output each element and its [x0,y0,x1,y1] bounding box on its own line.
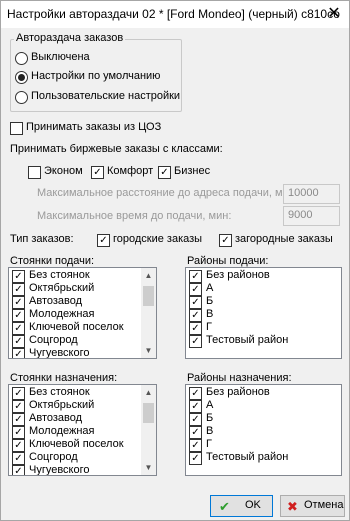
suburban-orders-checkbox[interactable]: ✓ [219,234,232,247]
title-bar: Настройки автораздачи 02 * [Ford Mondeo]… [1,1,349,28]
class-economy-checkbox[interactable] [28,166,41,179]
order-type-label: Тип заказов: [10,233,74,245]
radio-disabled-option-label: Выключена [31,51,90,63]
cross-icon: ✖ [287,499,298,514]
radio-default-settings-label: Настройки по умолчанию [31,70,161,82]
checkmark-icon: ✔ [219,499,230,514]
pickup-districts-label: Районы подачи: [187,255,269,267]
class-business-checkbox[interactable]: ✓ [158,166,171,179]
accept-cod-checkbox[interactable] [10,122,23,135]
cancel-button[interactable]: ✖ Отмена [280,495,345,517]
ok-button[interactable]: ✔ OK [210,495,273,517]
close-icon[interactable]: ✕ [323,4,345,24]
settings-dialog: Настройки автораздачи 02 * [Ford Mondeo]… [0,0,350,521]
class-economy-label: Эконом [44,165,83,177]
radio-default-settings[interactable] [15,71,28,84]
dest-stands-label: Стоянки назначения: [10,372,118,384]
max-distance-field[interactable]: 10000 [283,184,340,204]
city-orders-label: городские заказы [113,233,203,245]
pickup-stands-label: Стоянки подачи: [10,255,95,267]
pickup-districts-list[interactable]: ✓ Без районов ✓ А ✓ Б ✓ В ✓ Г ✓ Тестовый район [185,267,342,359]
scroll-up-icon[interactable]: ▲ [141,268,156,283]
city-orders-checkbox[interactable]: ✓ [97,234,110,247]
scroll-down-icon[interactable]: ▼ [141,343,156,358]
pickup-stands-scrollbar[interactable]: ▲ ▼ [141,268,156,358]
max-time-label: Максимальное время до подачи, мин: [37,210,232,222]
dest-stands-scrollbar[interactable]: ▲ ▼ [141,385,156,475]
class-business-label: Бизнес [174,165,211,177]
dest-districts-list[interactable]: ✓ Без районов ✓ А ✓ Б ✓ В ✓ Г ✓ Тестовый район [185,384,342,476]
accept-cod-label: Принимать заказы из ЦОЗ [26,121,162,133]
suburban-orders-label: загородные заказы [235,233,333,245]
scroll-thumb[interactable] [143,286,154,306]
dest-stands-list[interactable]: ✓ Без стоянок ✓ Октябрьский ✓ Автозавод ✓ Мо… [8,384,157,476]
max-distance-label: Максимальное расстояние до адреса подачи… [37,187,286,199]
ok-button-label: OK [245,499,261,511]
pickup-stands-list[interactable]: ✓ Без стоянок ✓ Октябрьский ✓ Автозавод ✓ Мо… [8,267,157,359]
cancel-button-label: Отмена [304,499,344,511]
max-time-field[interactable]: 9000 [283,206,340,226]
dest-districts-label: Районы назначения: [187,372,292,384]
scroll-thumb[interactable] [143,403,154,423]
scroll-up-icon[interactable]: ▲ [141,385,156,400]
class-comfort-label: Комфорт [107,165,154,177]
radio-custom-settings-label: Пользовательские настройки [31,90,181,102]
exchange-orders-label: Принимать биржевые заказы с классами: [10,143,223,155]
scroll-down-icon[interactable]: ▼ [141,460,156,475]
radio-disabled-option[interactable] [15,52,28,65]
window-title: Настройки автораздачи 02 * [Ford Mondeo]… [7,7,340,21]
autodistribution-group-title: Автораздача заказов [14,32,126,44]
class-comfort-checkbox[interactable]: ✓ [91,166,104,179]
radio-custom-settings[interactable] [15,91,28,104]
